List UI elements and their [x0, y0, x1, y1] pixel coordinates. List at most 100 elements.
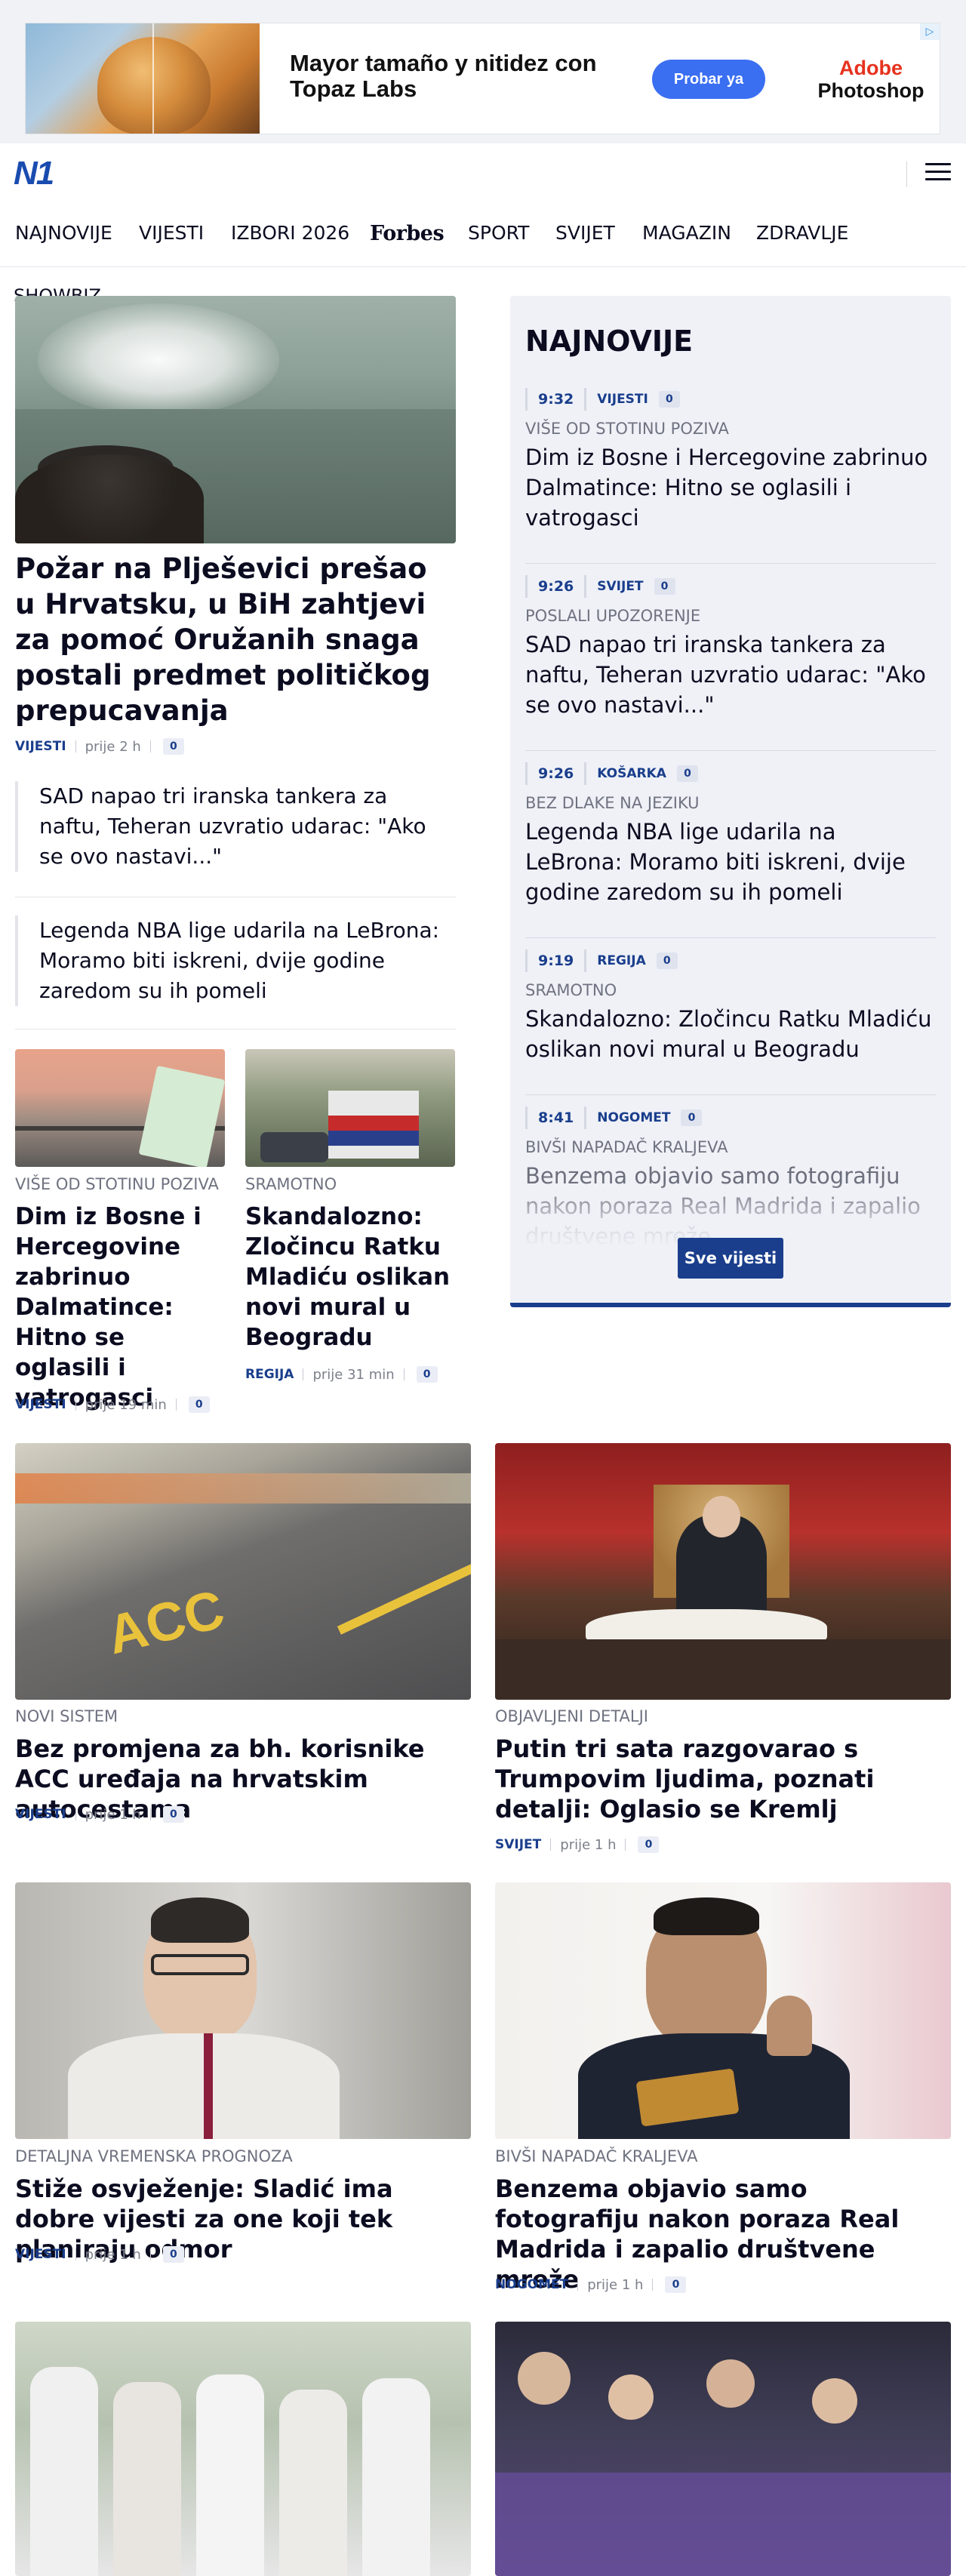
mini-story-1-category[interactable]: VIJESTI [15, 1397, 66, 1412]
all-news-button[interactable]: Sve vijesti [678, 1238, 783, 1279]
grid-story-3-kicker: DETALJNA VREMENSKA PROGNOZA [15, 2147, 293, 2165]
comment-count-badge[interactable]: 0 [656, 953, 678, 969]
comment-count-badge[interactable]: 0 [162, 738, 184, 755]
mini-story-2-time: prije 31 min [312, 1366, 395, 1383]
comment-count-badge[interactable]: 0 [638, 1836, 660, 1853]
sidebar-item[interactable]: 9:19 REGIJA 0 SRAMOTNO Skandalozno: Zločin… [525, 949, 936, 1064]
lead-story-title[interactable]: Požar na Plješevici prešao u Hrvatsku, u… [15, 551, 456, 728]
ad-headline: Mayor tamaño y nitidez con Topaz Labs [290, 50, 597, 102]
mini-story-2-category[interactable]: REGIJA [245, 1367, 294, 1382]
divider [525, 937, 936, 938]
grid-story-1-meta: VIJESTI prije 1 h 0 [15, 1806, 184, 1823]
mini-story-1-time: prije 19 min [85, 1396, 167, 1413]
mini-story-1-meta: VIJESTI prije 19 min 0 [15, 1396, 210, 1413]
divider [525, 750, 936, 751]
lead-story-time: prije 2 h [85, 738, 141, 755]
ad-cat-image [26, 23, 260, 134]
sidebar-item-headline[interactable]: Skandalozno: Zločincu Ratku Mladiću osli… [525, 1004, 936, 1064]
sidebar-item[interactable]: 9:26 KOŠARKA 0 BEZ DLAKE NA JEZIKU Legenda… [525, 762, 936, 907]
lead-story-meta: VIJESTI prije 2 h 0 [15, 738, 184, 755]
sidebar-item-headline[interactable]: Legenda NBA lige udarila na LeBrona: Mor… [525, 817, 936, 907]
grid-story-5-image[interactable] [15, 2322, 471, 2576]
grid-story-4-category[interactable]: NOGOMET [495, 2277, 568, 2292]
sidebar-item-kicker: BIVŠI NAPADAČ KRALJEVA [525, 1138, 728, 1156]
divider [525, 1094, 936, 1095]
grid-story-3-time: prije 1 h [85, 2246, 141, 2263]
grid-story-3-category[interactable]: VIJESTI [15, 2247, 66, 2262]
sidebar-item-category[interactable]: VIJESTI [597, 392, 648, 407]
grid-story-2-title[interactable]: Putin tri sata razgovarao s Trumpovim lj… [495, 1734, 951, 1824]
sidebar-item[interactable]: 9:26 SVIJET 0 POSLALI UPOZORENJE SAD napao… [525, 575, 936, 720]
sub-story-1[interactable]: SAD napao tri iranska tankera za naftu, … [15, 781, 456, 872]
ad-brand-line2: Photoshop [817, 79, 924, 102]
sidebar-item-category[interactable]: KOŠARKA [597, 766, 666, 781]
sidebar-item-time: 9:26 [538, 765, 574, 782]
header-divider [906, 162, 907, 187]
nav-item-najnovije[interactable]: NAJNOVIJE [15, 222, 112, 244]
comment-count-badge[interactable]: 0 [416, 1366, 438, 1383]
comment-count-badge[interactable]: 0 [676, 765, 698, 782]
comment-count-badge[interactable]: 0 [162, 2246, 184, 2263]
grid-story-2-meta: SVIJET prije 1 h 0 [495, 1836, 660, 1853]
grid-story-3-image[interactable] [15, 1882, 471, 2139]
grid-story-4-image[interactable] [495, 1882, 951, 2139]
grid-story-6-image[interactable] [495, 2322, 951, 2576]
mini-story-1-kicker: VIŠE OD STOTINU POZIVA [15, 1175, 219, 1193]
grid-story-1-category[interactable]: VIJESTI [15, 1807, 66, 1822]
sidebar-item[interactable]: 9:32 VIJESTI 0 VIŠE OD STOTINU POZIVA Dim … [525, 388, 936, 533]
nav-item-forbes[interactable]: Forbes [370, 222, 445, 245]
ad-banner-area: Mayor tamaño y nitidez con Topaz Labs Pr… [0, 0, 966, 143]
sidebar-item-time: 8:41 [538, 1109, 574, 1126]
lead-story-image[interactable] [15, 296, 456, 543]
grid-story-2-category[interactable]: SVIJET [495, 1837, 541, 1852]
sub-story-2[interactable]: Legenda NBA lige udarila na LeBrona: Mor… [15, 916, 456, 1006]
grid-story-4-time: prije 1 h [587, 2276, 644, 2293]
comment-count-badge[interactable]: 0 [681, 1109, 703, 1126]
sidebar-item-kicker: BEZ DLAKE NA JEZIKU [525, 794, 700, 812]
sidebar-item-headline[interactable]: SAD napao tri iranska tankera za naftu, … [525, 629, 936, 720]
mini-story-2-kicker: SRAMOTNO [245, 1175, 337, 1193]
sidebar-item-category[interactable]: NOGOMET [597, 1110, 670, 1125]
grid-story-1-image[interactable]: ACC [15, 1443, 471, 1700]
nav-item-sport[interactable]: SPORT [468, 222, 529, 244]
mini-story-1-image[interactable] [15, 1049, 225, 1167]
nav-item-svijet[interactable]: SVIJET [555, 222, 615, 244]
divider [525, 563, 936, 564]
ad-brand-line1: Adobe [839, 57, 903, 79]
sidebar-item-kicker: SRAMOTNO [525, 981, 617, 999]
sidebar-item-category[interactable]: SVIJET [597, 579, 643, 594]
grid-story-3-meta: VIJESTI prije 1 h 0 [15, 2246, 184, 2263]
nav-item-zdravlje[interactable]: ZDRAVLJE [756, 222, 848, 244]
grid-story-4-meta: NOGOMET prije 1 h 0 [495, 2276, 687, 2293]
mini-story-1-title[interactable]: Dim iz Bosne i Hercegovine zabrinuo Dalm… [15, 1202, 225, 1413]
sidebar-item-headline[interactable]: Dim iz Bosne i Hercegovine zabrinuo Dalm… [525, 442, 936, 533]
ad-banner[interactable]: Mayor tamaño y nitidez con Topaz Labs Pr… [25, 23, 940, 134]
sidebar-item-kicker: POSLALI UPOZORENJE [525, 607, 701, 625]
comment-count-badge[interactable]: 0 [654, 578, 675, 595]
sidebar-item-time: 9:19 [538, 953, 574, 969]
sidebar-item-kicker: VIŠE OD STOTINU POZIVA [525, 420, 729, 438]
nav-item-izbori[interactable]: IZBORI 2026 [231, 222, 349, 244]
lead-story-category[interactable]: VIJESTI [15, 739, 66, 754]
sidebar-item[interactable]: 8:41 NOGOMET 0 BIVŠI NAPADAČ KRALJEVA Benz… [525, 1106, 936, 1250]
comment-count-badge[interactable]: 0 [162, 1806, 184, 1823]
ad-brand-logo: Adobe Photoshop [807, 57, 935, 102]
sidebar-item-category[interactable]: REGIJA [597, 953, 645, 968]
grid-story-4-kicker: BIVŠI NAPADAČ KRALJEVA [495, 2147, 698, 2165]
hamburger-menu-icon[interactable] [925, 163, 951, 186]
ad-cta-button[interactable]: Probar ya [652, 60, 765, 99]
nav-item-magazin[interactable]: MAGAZIN [642, 222, 731, 244]
ad-info-icon[interactable]: ▷ [920, 23, 940, 40]
comment-count-badge[interactable]: 0 [665, 2276, 687, 2293]
n1-logo[interactable]: N1 [14, 157, 66, 190]
nav-item-vijesti[interactable]: VIJESTI [139, 222, 204, 244]
mini-story-2-image[interactable] [245, 1049, 455, 1167]
sidebar-title: NAJNOVIJE [525, 325, 694, 358]
latest-news-sidebar: NAJNOVIJE 9:32 VIJESTI 0 VIŠE OD STOTINU P… [510, 296, 951, 1307]
mini-story-2-title[interactable]: Skandalozno: Zločincu Ratku Mladiću osli… [245, 1202, 455, 1353]
grid-story-2-kicker: OBJAVLJENI DETALJI [495, 1707, 648, 1725]
comment-count-badge[interactable]: 0 [658, 391, 680, 408]
grid-story-2-image[interactable] [495, 1443, 951, 1700]
comment-count-badge[interactable]: 0 [188, 1396, 210, 1413]
sidebar-item-time: 9:26 [538, 578, 574, 595]
